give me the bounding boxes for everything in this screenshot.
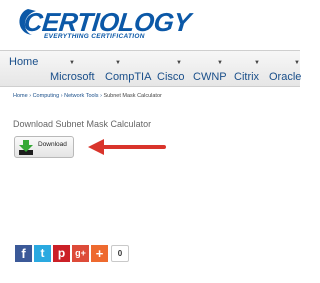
breadcrumb-link-home[interactable]: Home xyxy=(13,93,28,99)
nav-item-home[interactable]: Home xyxy=(9,56,38,68)
download-arrow-icon xyxy=(19,140,33,155)
nav-item-citrix[interactable]: Citrix xyxy=(234,71,259,83)
breadcrumb-separator: › xyxy=(60,93,63,99)
download-button[interactable]: Download xyxy=(14,136,74,158)
twitter-icon[interactable]: t xyxy=(34,245,51,262)
site-logo[interactable]: CERTIOLOGY EVERYTHING CERTIFICATION xyxy=(14,5,192,41)
breadcrumb-link-network-tools[interactable]: Network Tools xyxy=(64,93,98,99)
annotation-arrow-icon xyxy=(88,139,166,155)
more-share-icon[interactable]: + xyxy=(91,245,108,262)
breadcrumb-separator: › xyxy=(100,93,102,99)
nav-item-cisco[interactable]: Cisco xyxy=(157,71,185,83)
caret-down-icon: ▼ xyxy=(294,60,300,66)
logo-tagline: EVERYTHING CERTIFICATION xyxy=(44,33,145,40)
facebook-icon[interactable]: f xyxy=(15,245,32,262)
caret-down-icon: ▼ xyxy=(254,60,260,66)
nav-item-oracle[interactable]: Oracle xyxy=(269,71,301,83)
nav-item-cwnp[interactable]: CWNP xyxy=(193,71,227,83)
caret-down-icon: ▼ xyxy=(69,60,75,66)
breadcrumb: Home › Computing › Network Tools › Subne… xyxy=(13,93,162,99)
google-plus-icon[interactable]: g+ xyxy=(72,245,89,262)
logo-wordmark: CERTIOLOGY xyxy=(22,7,193,37)
share-count: 0 xyxy=(111,245,129,262)
download-button-label: Download xyxy=(38,141,67,148)
main-nav: Home ▼ Microsoft ▼ CompTIA ▼ Cisco ▼ CWN… xyxy=(0,50,301,87)
nav-item-comptia[interactable]: CompTIA xyxy=(105,71,151,83)
caret-down-icon: ▼ xyxy=(176,60,182,66)
nav-item-microsoft[interactable]: Microsoft xyxy=(50,71,95,83)
caret-down-icon: ▼ xyxy=(115,60,121,66)
caret-down-icon: ▼ xyxy=(217,60,223,66)
breadcrumb-link-computing[interactable]: Computing xyxy=(33,93,60,99)
pinterest-icon[interactable]: p xyxy=(53,245,70,262)
breadcrumb-current: Subnet Mask Calculator xyxy=(103,93,162,99)
breadcrumb-separator: › xyxy=(29,93,32,99)
page-title: Download Subnet Mask Calculator xyxy=(13,119,152,129)
